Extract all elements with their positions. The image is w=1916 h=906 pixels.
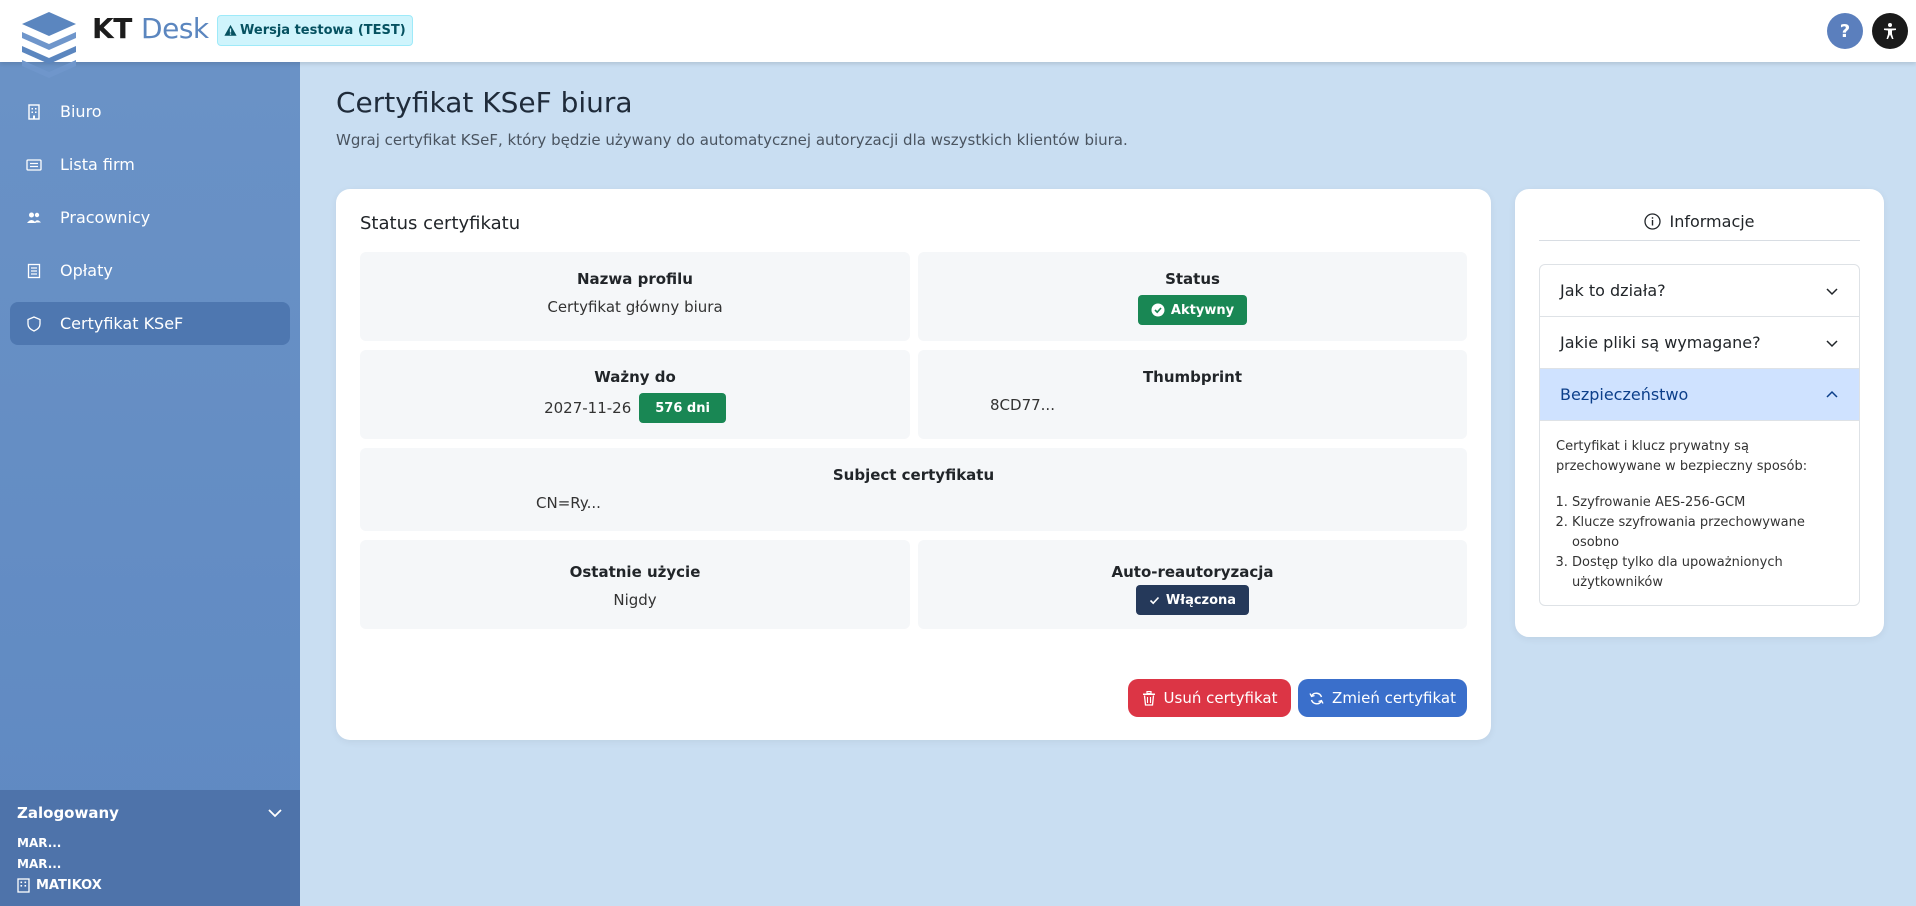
status-tile: Status Aktywny: [918, 252, 1467, 341]
subject-label: Subject certyfikatu: [832, 466, 995, 484]
profile-name-value: Certyfikat główny biura: [547, 298, 723, 316]
building-icon: [25, 103, 43, 121]
list-icon: [25, 156, 43, 174]
test-badge-label: Wersja testowa (TEST): [240, 23, 406, 38]
valid-until-label: Ważny do: [594, 368, 676, 386]
test-version-badge: Wersja testowa (TEST): [217, 15, 413, 46]
sidebar-item-label: Certyfikat KSeF: [60, 314, 184, 333]
warning-icon: [224, 24, 237, 36]
auto-reauth-value: Włączona: [1165, 592, 1237, 608]
logged-user-panel: Zalogowany MAR... MAR... MATIKOX: [0, 790, 300, 906]
sidebar-item-label: Pracownicy: [60, 208, 151, 227]
subject-tile: Subject certyfikatu CN=Ry...: [360, 448, 1467, 531]
accessibility-icon: [1884, 23, 1896, 39]
top-header: KT Desk Wersja testowa (TEST) ?: [0, 0, 1916, 78]
security-description: Certyfikat i klucz prywatny są przechowy…: [1556, 439, 1808, 474]
status-badge: Aktywny: [1137, 295, 1248, 325]
list-item: Dostęp tylko dla upoważnionych użytkowni…: [1572, 553, 1843, 593]
accordion-item-label: Bezpieczeństwo: [1560, 385, 1689, 404]
info-icon: [1644, 213, 1662, 230]
card-title: Status certyfikatu: [360, 213, 521, 234]
chevron-up-icon: [1826, 390, 1838, 398]
user-panel-title: Zalogowany: [17, 804, 119, 822]
delete-button-label: Usuń certyfikat: [1163, 689, 1278, 707]
help-label: ?: [1839, 20, 1851, 42]
auto-reauth-tile: Auto-reautoryzacja Włączona: [918, 540, 1467, 629]
valid-until-date: 2027-11-26: [544, 399, 632, 417]
sidebar-item-biuro[interactable]: Biuro: [10, 90, 290, 133]
subject-value: CN=Ry...: [536, 494, 601, 512]
change-button-label: Zmień certyfikat: [1332, 689, 1456, 707]
help-button[interactable]: ?: [1827, 13, 1863, 49]
days-remaining-badge: 576 dni: [639, 393, 726, 423]
user-first-name: MAR...: [17, 836, 62, 850]
user-company[interactable]: MATIKOX: [17, 878, 102, 893]
accessibility-button[interactable]: [1872, 13, 1908, 49]
profile-name-label: Nazwa profilu: [577, 270, 693, 288]
trash-icon: [1142, 690, 1155, 706]
accordion-security[interactable]: Bezpieczeństwo: [1540, 369, 1859, 421]
refresh-icon: [1309, 692, 1324, 704]
last-used-label: Ostatnie użycie: [569, 563, 701, 581]
info-accordion: Jak to działa? Jakie pliki są wymagane? …: [1539, 264, 1860, 606]
sidebar-item-lista-firm[interactable]: Lista firm: [10, 143, 290, 186]
people-icon: [25, 209, 43, 227]
info-card: Informacje Jak to działa? Jakie pliki są…: [1515, 189, 1884, 637]
sidebar-item-pracownicy[interactable]: Pracownicy: [10, 196, 290, 239]
last-used-value: Nigdy: [613, 591, 657, 609]
valid-until-tile: Ważny do 2027-11-26 576 dni: [360, 350, 910, 439]
accordion-how-it-works[interactable]: Jak to działa?: [1540, 265, 1859, 317]
accordion-item-label: Jak to działa?: [1560, 281, 1666, 300]
chevron-down-icon[interactable]: [266, 804, 284, 822]
info-card-header: Informacje: [1539, 211, 1860, 241]
chevron-down-icon: [1826, 287, 1838, 295]
delete-certificate-button[interactable]: Usuń certyfikat: [1128, 679, 1291, 717]
thumbprint-value: 8CD77...: [990, 396, 1055, 414]
user-last-name: MAR...: [17, 857, 62, 871]
sidebar-item-label: Opłaty: [60, 261, 113, 280]
sidebar: Biuro Lista firm Pracownicy Opłaty Certy…: [0, 62, 300, 906]
page-subtitle: Wgraj certyfikat KSeF, który będzie używ…: [336, 131, 1128, 149]
info-card-title: Informacje: [1669, 212, 1755, 231]
logo-icon[interactable]: [18, 10, 80, 78]
status-badge-label: Aktywny: [1170, 302, 1235, 318]
sidebar-item-label: Lista firm: [60, 155, 135, 174]
thumbprint-tile: Thumbprint 8CD77...: [918, 350, 1467, 439]
receipt-icon: [25, 262, 43, 280]
thumbprint-label: Thumbprint: [1142, 368, 1243, 386]
profile-name-tile: Nazwa profilu Certyfikat główny biura: [360, 252, 910, 341]
page-title: Certyfikat KSeF biura: [336, 86, 633, 119]
sidebar-item-label: Biuro: [60, 102, 102, 121]
shield-icon: [25, 315, 43, 333]
change-certificate-button[interactable]: Zmień certyfikat: [1298, 679, 1467, 717]
accordion-security-body: Certyfikat i klucz prywatny są przechowy…: [1540, 421, 1859, 605]
list-item: Szyfrowanie AES-256-GCM: [1572, 493, 1843, 513]
brand-name[interactable]: KT Desk: [92, 12, 209, 45]
check-icon: [1149, 596, 1159, 604]
brand-primary: KT: [92, 12, 132, 45]
status-label: Status: [1165, 270, 1220, 288]
chevron-down-icon: [1826, 339, 1838, 347]
sidebar-item-certyfikat-ksef[interactable]: Certyfikat KSeF: [10, 302, 290, 345]
auto-reauth-label: Auto-reautoryzacja: [1111, 563, 1274, 581]
building-icon: [17, 878, 30, 893]
user-company-name: MATIKOX: [36, 878, 102, 893]
security-list: Szyfrowanie AES-256-GCM Klucze szyfrowan…: [1556, 493, 1843, 593]
auto-reauth-badge: Włączona: [1135, 585, 1250, 615]
accordion-required-files[interactable]: Jakie pliki są wymagane?: [1540, 317, 1859, 369]
sidebar-item-oplaty[interactable]: Opłaty: [10, 249, 290, 292]
check-circle-icon: [1151, 303, 1165, 317]
accordion-item-label: Jakie pliki są wymagane?: [1560, 333, 1761, 352]
list-item: Klucze szyfrowania przechowywane osobno: [1572, 513, 1843, 553]
brand-secondary: Desk: [141, 12, 209, 45]
last-used-tile: Ostatnie użycie Nigdy: [360, 540, 910, 629]
certificate-status-card: Status certyfikatu Nazwa profilu Certyfi…: [336, 189, 1491, 740]
